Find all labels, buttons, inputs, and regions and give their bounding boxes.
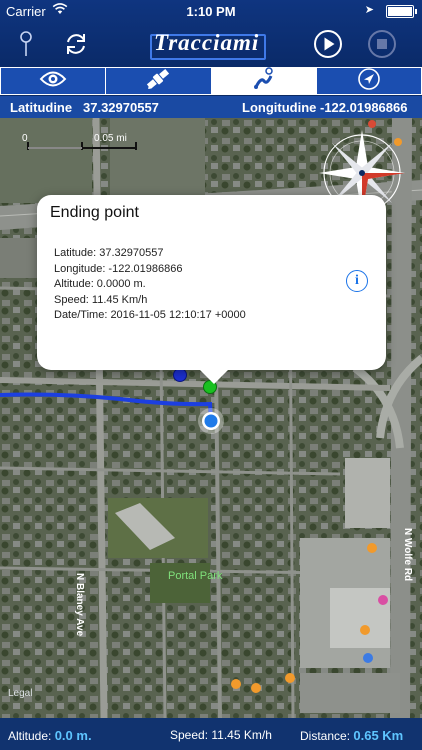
tab-navigate[interactable] [316, 67, 421, 96]
altitude-stat-value: 0.0 m. [54, 728, 92, 743]
battery-icon [386, 5, 417, 18]
status-bar: Carrier 1:10 PM ➤ [0, 0, 422, 22]
satellite-icon [145, 67, 171, 96]
callout-altitude: Altitude: 0.0000 m. [54, 278, 146, 290]
stats-bar: Altitude: 0.0 m. Speed: 11.45 Km/h Dista… [0, 718, 422, 750]
speed-stat-label: Speed: [170, 728, 209, 742]
route-icon [251, 66, 277, 96]
tab-route[interactable] [211, 66, 317, 96]
tab-satellite[interactable] [106, 67, 212, 96]
latitude-label: Latitudine [10, 100, 73, 115]
play-button[interactable] [312, 28, 344, 60]
speed-stat: Speed: 11.45 Km/h [170, 728, 272, 742]
longitude-label: Longitudine [242, 100, 317, 115]
distance-stat-value: 0.65 Km [353, 728, 404, 743]
app-logo: Tracciami [150, 30, 268, 60]
street-label-blaney: N Blaney Ave [74, 573, 85, 637]
latitude-value: 37.32970557 [83, 100, 159, 115]
distance-stat-label: Distance: [300, 729, 351, 743]
scale-zero-label: 0 [22, 133, 28, 144]
location-arrow-icon [357, 67, 381, 96]
pin-icon[interactable] [10, 28, 42, 60]
refresh-icon[interactable] [60, 28, 92, 60]
altitude-stat: Altitude: 0.0 m. [8, 728, 92, 743]
coordinates-bar: Latitudine 37.32970557 Longitudine -122.… [0, 96, 422, 118]
street-label-wolfe: N Wolfe Rd [402, 528, 413, 582]
speed-stat-value: 11.45 Km/h [211, 728, 272, 742]
logo-text: Tracciami [154, 30, 260, 55]
eye-icon [39, 69, 67, 94]
callout-latitude: Latitude: 37.32970557 [54, 247, 164, 259]
callout-datetime: Date/Time: 2016-11-05 12:10:17 +0000 [54, 309, 246, 321]
navigation-bar: Carrier 1:10 PM ➤ Tracciami [0, 0, 422, 68]
stop-button[interactable] [366, 28, 398, 60]
callout-speed: Speed: 11.45 Km/h [54, 294, 148, 306]
altitude-stat-label: Altitude: [8, 729, 52, 743]
tab-bar [0, 66, 422, 96]
tab-view[interactable] [1, 68, 107, 94]
callout-longitude: Longitude: -122.01986866 [54, 263, 183, 275]
longitude-value: -122.01986866 [320, 100, 408, 115]
scale-distance-label: 0.05 mi [94, 133, 127, 144]
ending-point-callout[interactable]: Ending point Latitude: 37.32970557 Longi… [37, 195, 386, 384]
callout-title: Ending point [50, 204, 139, 221]
park-label: Portal Park [168, 570, 223, 582]
info-icon[interactable]: i [346, 270, 368, 292]
location-services-icon: ➤ [364, 4, 374, 16]
distance-stat: Distance: 0.65 Km [300, 728, 403, 743]
clock: 1:10 PM [186, 4, 236, 19]
legal-link[interactable]: Legal [8, 688, 32, 699]
